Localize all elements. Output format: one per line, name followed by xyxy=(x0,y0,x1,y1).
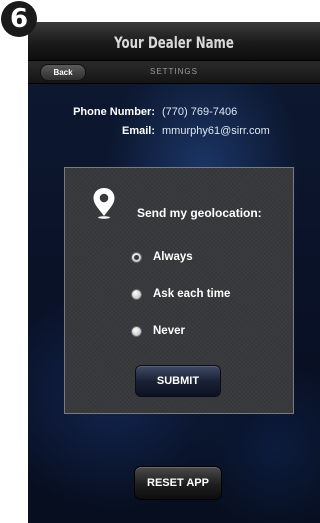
geolocation-panel: Send my geolocation: Always Ask each tim… xyxy=(64,167,294,414)
radio-ask-each-time[interactable] xyxy=(131,288,142,300)
geolocation-title: Send my geolocation: xyxy=(137,206,262,220)
step-number-badge: 6 xyxy=(1,1,37,37)
submit-button[interactable]: SUBMIT xyxy=(135,365,221,397)
reset-app-button[interactable]: RESET APP xyxy=(134,466,222,500)
phone-row: Phone Number: (770) 769-7406 xyxy=(28,106,320,125)
phone-value[interactable]: (770) 769-7406 xyxy=(162,106,237,118)
map-pin-icon xyxy=(93,188,115,219)
email-label: Email: xyxy=(121,125,155,137)
navigation-bar: SETTINGS Back xyxy=(28,61,320,84)
contact-info: Phone Number: (770) 769-7406 Email: mmur… xyxy=(28,106,320,144)
option-ask-each-time[interactable]: Ask each time xyxy=(131,286,230,302)
option-never[interactable]: Never xyxy=(131,323,185,339)
radio-always[interactable] xyxy=(131,251,142,263)
email-value[interactable]: mmurphy61@sirr.com xyxy=(162,125,270,137)
back-button[interactable]: Back xyxy=(40,64,86,81)
radio-never[interactable] xyxy=(131,325,142,337)
app-screen: Your Dealer Name SETTINGS Back Phone Num… xyxy=(28,22,320,523)
option-always-label[interactable]: Always xyxy=(153,251,193,263)
dealer-name-title: Your Dealer Name xyxy=(114,33,234,52)
option-always[interactable]: Always xyxy=(131,249,193,265)
email-row: Email: mmurphy61@sirr.com xyxy=(28,125,320,144)
option-never-label[interactable]: Never xyxy=(153,325,185,337)
phone-label: Phone Number: xyxy=(73,106,155,118)
title-bar: Your Dealer Name xyxy=(28,22,320,61)
option-ask-each-time-label[interactable]: Ask each time xyxy=(153,288,230,300)
